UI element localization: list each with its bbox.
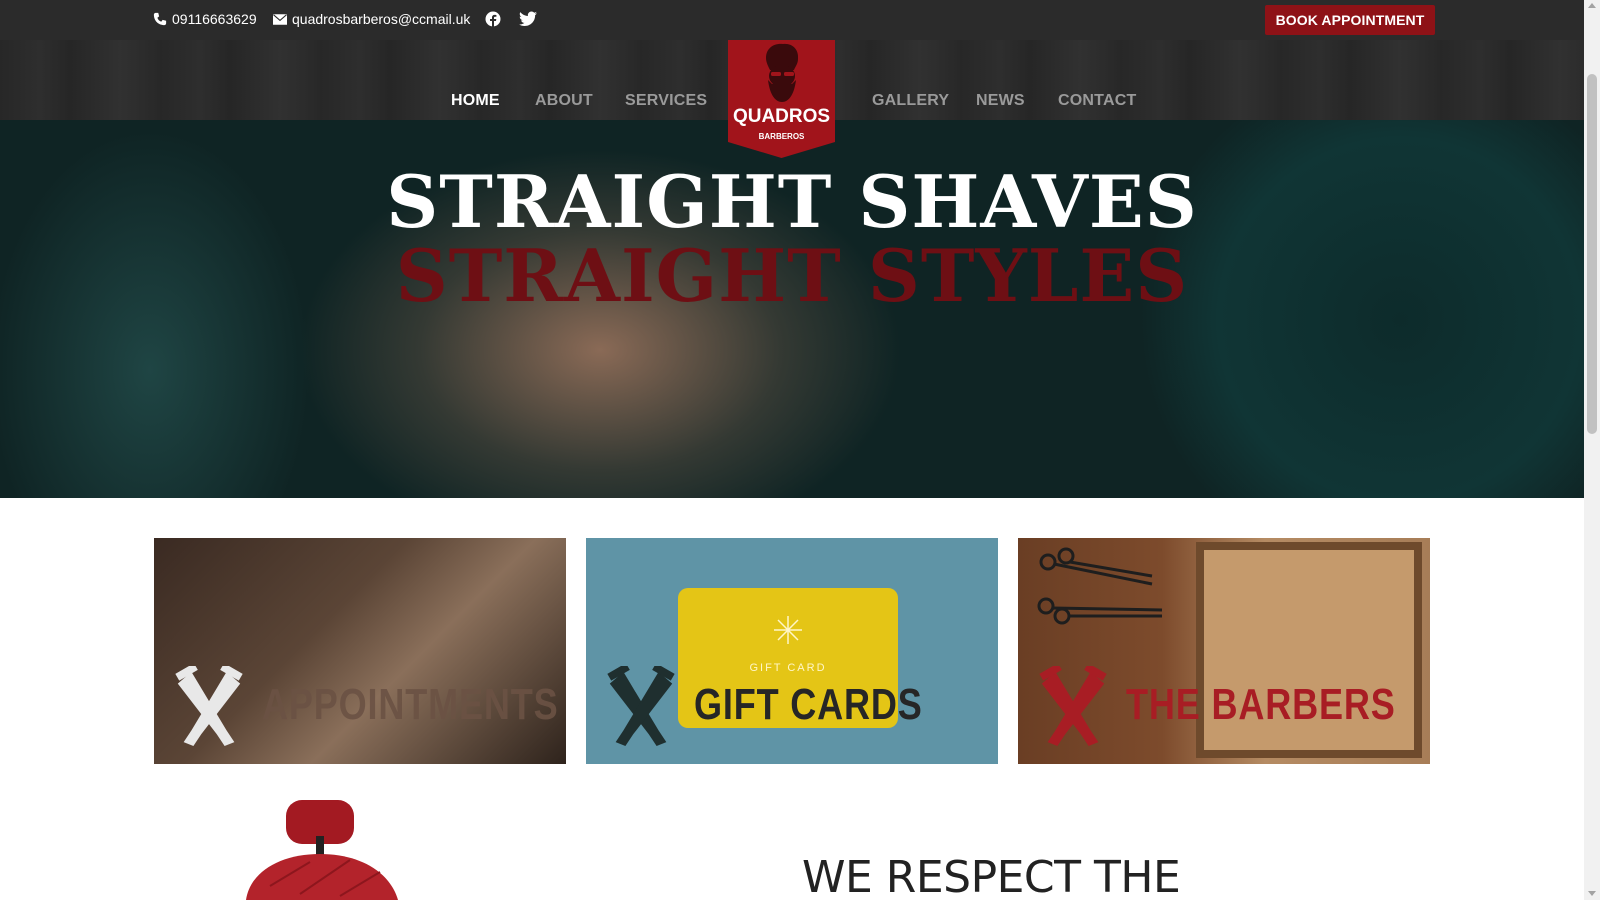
nav-home[interactable]: HOME	[451, 92, 500, 110]
appointments-label: APPOINTMENTS	[262, 680, 559, 729]
section-heading: WE RESPECT THE	[802, 852, 1181, 900]
email-contact[interactable]: quadrosbarberos@ccmail.uk	[273, 11, 470, 27]
gift-card-text: GIFT CARD	[749, 662, 827, 674]
envelope-icon	[273, 13, 287, 25]
nav-about[interactable]: ABOUT	[535, 92, 593, 110]
crossed-clippers-icon	[1039, 666, 1107, 746]
crossed-clippers-icon	[607, 666, 675, 746]
the-barbers-card[interactable]: THE BARBERS	[1018, 538, 1430, 764]
appointments-card[interactable]: APPOINTMENTS	[154, 538, 566, 764]
phone-number: 09116663629	[172, 11, 257, 27]
facebook-icon[interactable]	[485, 11, 501, 27]
scroll-up-arrow-icon[interactable]	[1588, 3, 1596, 8]
sparkle-icon	[774, 616, 802, 644]
book-appointment-button[interactable]: BOOK APPOINTMENT	[1265, 5, 1435, 35]
email-address: quadrosbarberos@ccmail.uk	[292, 11, 471, 27]
phone-icon	[153, 12, 167, 26]
phone-contact[interactable]: 09116663629	[153, 11, 257, 27]
hero-heading-line1: STRAIGHT SHAVES	[386, 159, 1198, 244]
top-bar: 09116663629 quadrosbarberos@ccmail.uk BO…	[0, 0, 1584, 40]
page-scrollbar[interactable]	[1584, 0, 1600, 900]
scroll-thumb[interactable]	[1587, 74, 1597, 434]
logo-name: QUADROS	[733, 106, 830, 127]
the-barbers-label: THE BARBERS	[1126, 680, 1396, 729]
nav-gallery[interactable]: GALLERY	[872, 92, 949, 110]
gift-cards-label: GIFT CARDS	[694, 680, 923, 729]
nav-contact[interactable]: CONTACT	[1058, 92, 1136, 110]
barber-chair-image	[246, 800, 398, 900]
nav-services[interactable]: SERVICES	[625, 92, 707, 110]
gift-cards-card[interactable]: GIFT CARD GIFT CARDS	[586, 538, 998, 764]
twitter-icon[interactable]	[519, 11, 537, 27]
hero-heading-line2: STRAIGHT STYLES	[395, 233, 1189, 318]
crossed-clippers-icon	[175, 666, 243, 746]
scroll-down-arrow-icon[interactable]	[1588, 891, 1596, 896]
scissors-icon	[1037, 547, 1163, 625]
nav-news[interactable]: NEWS	[976, 92, 1025, 110]
logo-sub: BARBEROS	[759, 132, 805, 141]
hero-banner: STRAIGHT SHAVES STRAIGHT STYLES	[0, 120, 1584, 498]
quadros-logo[interactable]: QUADROS BARBEROS	[728, 40, 835, 158]
